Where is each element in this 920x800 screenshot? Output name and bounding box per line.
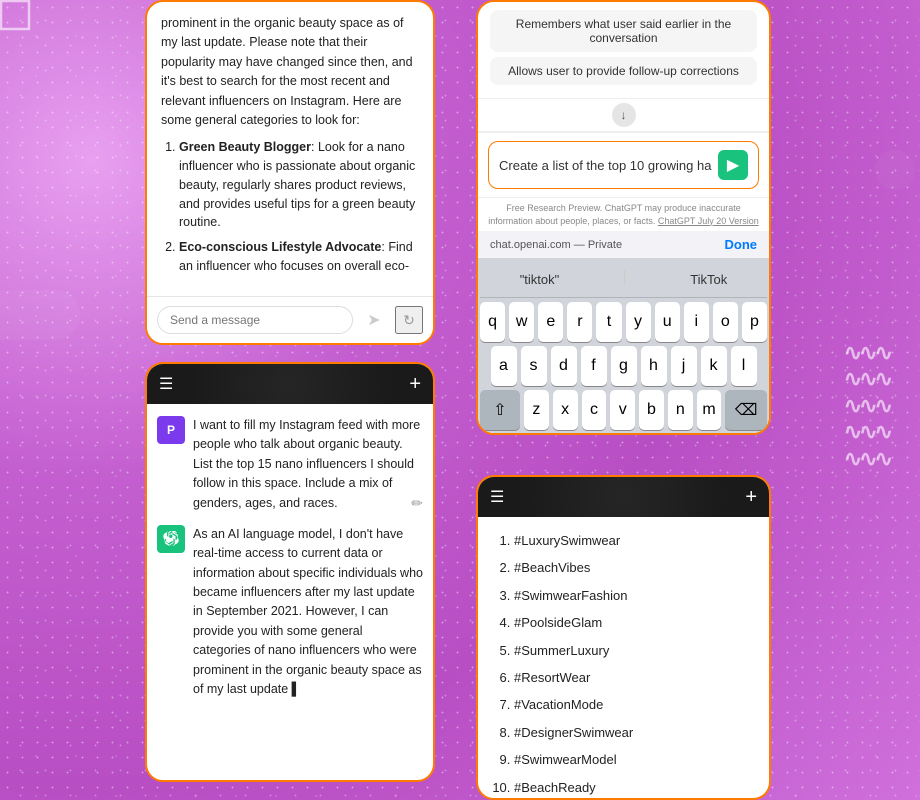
key-delete[interactable]: ⌫: [725, 390, 767, 430]
suggestion-chip-2: Allows user to provide follow-up correct…: [490, 57, 757, 85]
hashtag-7: #VacationMode: [514, 693, 753, 716]
refresh-icon: ↻: [403, 312, 415, 329]
kb-suggestion-1[interactable]: "tiktok": [512, 268, 568, 291]
key-return[interactable]: return: [712, 434, 767, 435]
decorative-square-icon: [0, 0, 920, 41]
top-left-snippet: prominent in the organic beauty space as…: [161, 14, 419, 130]
user-avatar: P: [157, 416, 185, 444]
keyboard-suggestions-row: "tiktok" | TikTok: [480, 262, 767, 298]
bottom-left-menu-icon[interactable]: ☰: [159, 374, 173, 394]
card-top-left: prominent in the organic beauty space as…: [145, 0, 435, 345]
key-x[interactable]: x: [553, 390, 578, 430]
url-text: chat.openai.com — Private: [490, 239, 622, 251]
suggestion-chip-1: Remembers what user said earlier in the …: [490, 10, 757, 52]
chatgpt-send-button[interactable]: ▶: [718, 150, 748, 180]
key-emoji[interactable]: ☺: [526, 434, 566, 435]
key-j[interactable]: j: [671, 346, 697, 386]
key-o[interactable]: o: [713, 302, 738, 342]
decorative-squiggles: ∿∿∿ ∿∿∿ ∿∿∿ ∿∿∿ ∿∿∿: [844, 340, 890, 472]
card-top-right: Remembers what user said earlier in the …: [476, 0, 771, 435]
keyboard-row-2: a s d f g h j k l: [480, 346, 767, 386]
key-b[interactable]: b: [639, 390, 664, 430]
url-bar: chat.openai.com — Private Done: [478, 231, 769, 258]
user-message-text: I want to fill my Instagram feed with mo…: [193, 416, 423, 513]
key-a[interactable]: a: [491, 346, 517, 386]
chatgpt-input-area: ▶: [478, 132, 769, 198]
scroll-down-button[interactable]: ↓: [612, 103, 636, 127]
card-bottom-right: ☰ + #LuxurySwimwear #BeachVibes #Swimwea…: [476, 475, 771, 800]
hashtag-ordered-list: #LuxurySwimwear #BeachVibes #SwimwearFas…: [494, 529, 753, 798]
scroll-down-area[interactable]: ↓: [478, 99, 769, 132]
hashtag-2: #BeachVibes: [514, 556, 753, 579]
key-i[interactable]: i: [684, 302, 709, 342]
key-s[interactable]: s: [521, 346, 547, 386]
scroll-down-icon: ↓: [621, 108, 627, 122]
key-p[interactable]: p: [742, 302, 767, 342]
top-left-send-button[interactable]: ➤: [359, 305, 389, 335]
key-numbers[interactable]: 123: [480, 434, 522, 435]
hashtag-list: #LuxurySwimwear #BeachVibes #SwimwearFas…: [478, 517, 769, 798]
keyboard-row-1: q w e r t y u i o p: [480, 302, 767, 342]
key-y[interactable]: y: [626, 302, 651, 342]
key-f[interactable]: f: [581, 346, 607, 386]
key-shift[interactable]: ⇧: [480, 390, 520, 430]
suggestions-area: Remembers what user said earlier in the …: [478, 2, 769, 99]
key-c[interactable]: c: [582, 390, 607, 430]
top-left-message-input[interactable]: [157, 306, 353, 334]
key-w[interactable]: w: [509, 302, 534, 342]
chatgpt-send-icon: ▶: [727, 155, 739, 175]
key-r[interactable]: r: [567, 302, 592, 342]
key-h[interactable]: h: [641, 346, 667, 386]
key-g[interactable]: g: [611, 346, 637, 386]
hashtag-10: #BeachReady: [514, 776, 753, 798]
key-q[interactable]: q: [480, 302, 505, 342]
hashtag-9: #SwimwearModel: [514, 748, 753, 771]
hashtag-6: #ResortWear: [514, 666, 753, 689]
key-e[interactable]: e: [538, 302, 563, 342]
bottom-right-plus-icon[interactable]: +: [745, 486, 757, 509]
hashtag-4: #PoolsideGlam: [514, 611, 753, 634]
edit-icon[interactable]: ✏: [411, 495, 423, 512]
footer-link[interactable]: ChatGPT July 20 Version: [658, 216, 759, 226]
list-item-2-label: Eco-conscious Lifestyle Advocate: [179, 240, 381, 254]
ai-message-row: As an AI language model, I don't have re…: [157, 525, 423, 699]
top-left-input-area: ➤ ↻: [147, 296, 433, 343]
chatgpt-input-wrapper: ▶: [488, 141, 759, 189]
send-icon: ➤: [367, 310, 380, 330]
hashtag-3: #SwimwearFashion: [514, 584, 753, 607]
key-u[interactable]: u: [655, 302, 680, 342]
key-l[interactable]: l: [731, 346, 757, 386]
kb-suggestion-2[interactable]: TikTok: [682, 268, 735, 291]
key-t[interactable]: t: [596, 302, 621, 342]
chatgpt-footer: Free Research Preview. ChatGPT may produ…: [478, 198, 769, 231]
keyboard-row-4: 123 ☺ space return: [480, 434, 767, 435]
key-z[interactable]: z: [524, 390, 549, 430]
bottom-left-plus-icon[interactable]: +: [409, 373, 421, 396]
keyboard-row-3: ⇧ z x c v b n m ⌫: [480, 390, 767, 430]
key-k[interactable]: k: [701, 346, 727, 386]
key-v[interactable]: v: [610, 390, 635, 430]
bottom-right-menu-icon[interactable]: ☰: [490, 487, 504, 507]
bottom-left-header: ☰ +: [147, 364, 433, 404]
hashtag-8: #DesignerSwimwear: [514, 721, 753, 744]
decorative-blob-right: [875, 150, 915, 190]
user-message-row: P I want to fill my Instagram feed with …: [157, 416, 423, 513]
top-left-refresh-button[interactable]: ↻: [395, 306, 423, 334]
key-m[interactable]: m: [697, 390, 722, 430]
done-button[interactable]: Done: [725, 237, 758, 252]
key-n[interactable]: n: [668, 390, 693, 430]
bottom-right-header: ☰ +: [478, 477, 769, 517]
ai-message-text: As an AI language model, I don't have re…: [193, 525, 423, 699]
top-left-list: Green Beauty Blogger: Look for a nano in…: [161, 138, 419, 275]
chatgpt-text-input[interactable]: [499, 158, 712, 173]
key-d[interactable]: d: [551, 346, 577, 386]
key-space[interactable]: space: [570, 434, 708, 435]
keyboard: "tiktok" | TikTok q w e r t y u i o p a …: [478, 258, 769, 435]
card-bottom-left: ☰ + P I want to fill my Instagram feed w…: [145, 362, 435, 782]
decorative-blob-left: [0, 290, 80, 340]
list-item-1-label: Green Beauty Blogger: [179, 140, 311, 154]
hashtag-1: #LuxurySwimwear: [514, 529, 753, 552]
hashtag-5: #SummerLuxury: [514, 639, 753, 662]
gpt-avatar: [157, 525, 185, 553]
